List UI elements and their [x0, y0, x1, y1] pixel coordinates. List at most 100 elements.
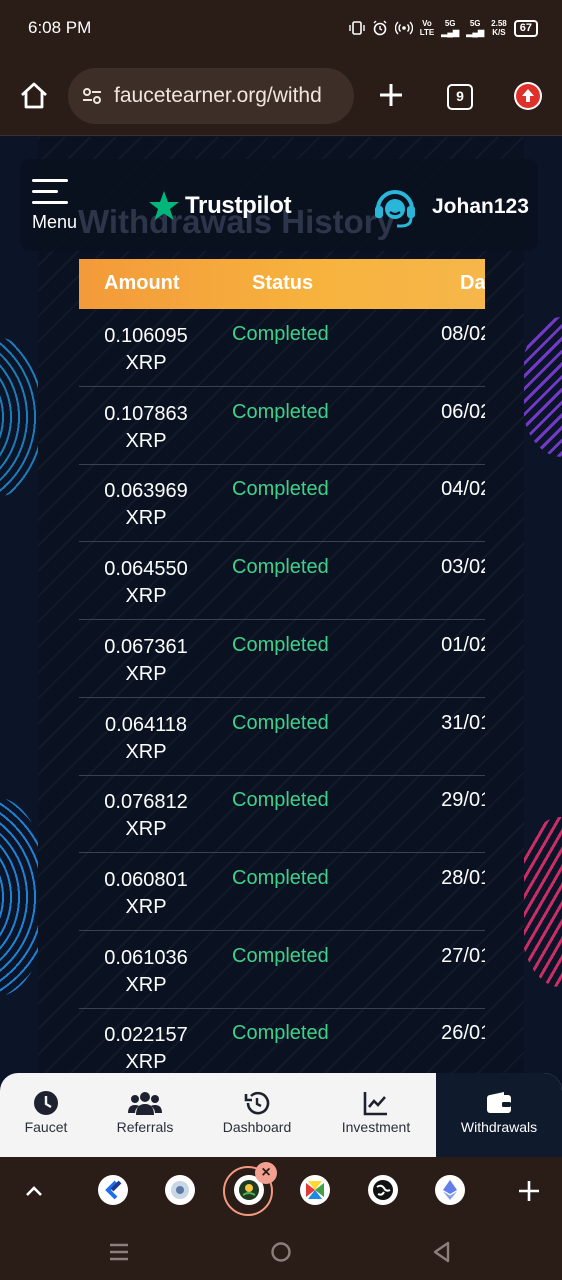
nav-faucet[interactable]: Faucet: [0, 1073, 92, 1157]
app-bottom-nav: Faucet Referrals Dashboard Investment Wi…: [0, 1073, 562, 1157]
amount-unit: XRP: [125, 818, 167, 841]
tab-icon-ethereum[interactable]: [435, 1175, 465, 1205]
table-row: 0.022157 XRP Completed 26/01/20: [79, 1008, 485, 1073]
status-icons: Vo LTE 5G ▂▄▆ 5G ▂▄▆ 2.58 K/S 67: [348, 19, 538, 37]
web-page: Withdrawals History Menu Trustpilot Joha…: [0, 137, 562, 1073]
table-row: 0.106095 XRP Completed 08/02/20: [79, 309, 485, 387]
amount-cell: 0.061036 XRP: [79, 945, 213, 999]
decoration-right-bottom: [520, 817, 562, 987]
new-tab-icon[interactable]: [376, 80, 406, 110]
table-row: 0.060801 XRP Completed 28/01/20: [79, 853, 485, 931]
amount-value: 0.022157: [104, 1024, 188, 1047]
url-text[interactable]: faucetearner.org/withd: [114, 84, 346, 108]
amount-unit: XRP: [125, 973, 167, 996]
nav-investment-label: Investment: [341, 1119, 411, 1135]
date-cell: 08/02/20: [441, 323, 485, 345]
browser-toolbar: faucetearner.org/withd 9: [0, 56, 562, 136]
history-icon: [244, 1091, 270, 1115]
alarm-icon: [373, 20, 387, 36]
amount-value: 0.107863: [104, 402, 188, 425]
status-bar: 6:08 PM Vo LTE 5G ▂▄▆ 5G ▂▄▆ 2.58 K/S 67: [0, 0, 562, 56]
amount-value: 0.064550: [104, 558, 188, 581]
decoration-right-top: [522, 317, 562, 457]
status-cell: Completed: [232, 323, 329, 345]
tab-icon-4[interactable]: [300, 1175, 330, 1205]
amount-cell: 0.060801 XRP: [79, 867, 213, 921]
amount-cell: 0.064550 XRP: [79, 556, 213, 610]
amount-unit: XRP: [125, 662, 167, 685]
system-navigation-bar: [0, 1224, 562, 1280]
date-cell: 28/01/20: [441, 866, 485, 889]
site-header: Withdrawals History Menu Trustpilot Joha…: [20, 159, 538, 251]
status-time: 6:08 PM: [28, 18, 92, 37]
nav-investment[interactable]: Investment: [316, 1073, 436, 1157]
amount-value: 0.106095: [104, 325, 188, 347]
nav-referrals[interactable]: Referrals: [92, 1073, 198, 1157]
date-cell: 06/02/20: [441, 400, 485, 423]
clock-icon: [34, 1091, 58, 1115]
nav-dashboard[interactable]: Dashboard: [198, 1073, 316, 1157]
amount-cell: 0.067361 XRP: [79, 634, 213, 688]
support-headset-icon[interactable]: [372, 185, 418, 229]
trustpilot-star-icon: [149, 191, 179, 220]
amount-value: 0.067361: [104, 635, 188, 658]
table-row: 0.063969 XRP Completed 04/02/20: [79, 464, 485, 543]
trustpilot-link[interactable]: Trustpilot: [147, 189, 292, 223]
table-row: 0.061036 XRP Completed 27/01/20: [79, 931, 485, 1009]
status-cell: Completed: [232, 944, 329, 967]
status-cell: Completed: [232, 400, 329, 423]
net-speed: 2.58 K/S: [491, 19, 507, 37]
nav-withdrawals-label: Withdrawals: [460, 1119, 538, 1135]
amount-value: 0.060801: [104, 868, 188, 891]
home-nav-icon[interactable]: [270, 1241, 292, 1263]
browser-tab-strip: ×: [0, 1157, 562, 1224]
column-header-status: Status: [252, 272, 314, 294]
amount-value: 0.076812: [104, 791, 188, 814]
table-row: 0.076812 XRP Completed 29/01/20: [79, 775, 485, 854]
column-header-date: Da: [460, 272, 485, 294]
amount-value: 0.061036: [104, 946, 188, 969]
signal-1: 5G ▂▄▆: [441, 19, 460, 37]
table-row: 0.064118 XRP Completed 31/01/20: [79, 698, 485, 776]
nav-referrals-label: Referrals: [116, 1119, 174, 1135]
amount-cell: 0.064118 XRP: [79, 712, 213, 766]
add-tab-icon[interactable]: [515, 1177, 543, 1205]
close-tab-icon[interactable]: ×: [255, 1162, 277, 1184]
date-cell: 31/01/20: [441, 711, 485, 734]
amount-unit: XRP: [125, 1051, 167, 1073]
nav-withdrawals[interactable]: Withdrawals: [436, 1073, 562, 1157]
username[interactable]: Johan123: [432, 195, 529, 219]
update-icon[interactable]: [514, 82, 542, 110]
tab-icon-2[interactable]: [165, 1175, 195, 1205]
home-icon[interactable]: [18, 80, 50, 112]
trustpilot-label: Trustpilot: [185, 192, 292, 219]
date-cell: 26/01/20: [441, 1022, 485, 1045]
users-icon: [128, 1092, 162, 1115]
status-cell: Completed: [232, 866, 329, 889]
amount-cell: 0.063969 XRP: [79, 478, 213, 532]
amount-unit: XRP: [125, 352, 167, 374]
battery-indicator: 67: [513, 19, 538, 37]
recents-icon[interactable]: [108, 1242, 130, 1262]
tab-icon-1[interactable]: [98, 1175, 128, 1205]
amount-unit: XRP: [125, 895, 167, 918]
chevron-up-icon[interactable]: [22, 1179, 46, 1203]
table-row: 0.107863 XRP Completed 06/02/20: [79, 387, 485, 465]
address-bar[interactable]: faucetearner.org/withd: [68, 68, 354, 124]
wallet-icon: [487, 1092, 511, 1113]
status-cell: Completed: [232, 789, 329, 812]
tab-switcher-button[interactable]: 9: [447, 84, 473, 110]
amount-value: 0.064118: [105, 713, 187, 736]
amount-unit: XRP: [125, 585, 167, 608]
amount-cell: 0.076812 XRP: [79, 789, 213, 843]
site-settings-icon[interactable]: [80, 84, 104, 108]
status-cell: Completed: [232, 633, 329, 656]
amount-cell: 0.022157 XRP: [79, 1022, 213, 1073]
back-icon[interactable]: [430, 1240, 452, 1264]
amount-cell: 0.106095 XRP: [79, 323, 213, 377]
date-cell: 04/02/20: [441, 478, 485, 501]
tab-icon-globe[interactable]: [368, 1175, 398, 1205]
menu-button[interactable]: Menu: [32, 179, 84, 235]
status-cell: Completed: [232, 478, 329, 501]
table-row: 0.064550 XRP Completed 03/02/20: [79, 542, 485, 621]
